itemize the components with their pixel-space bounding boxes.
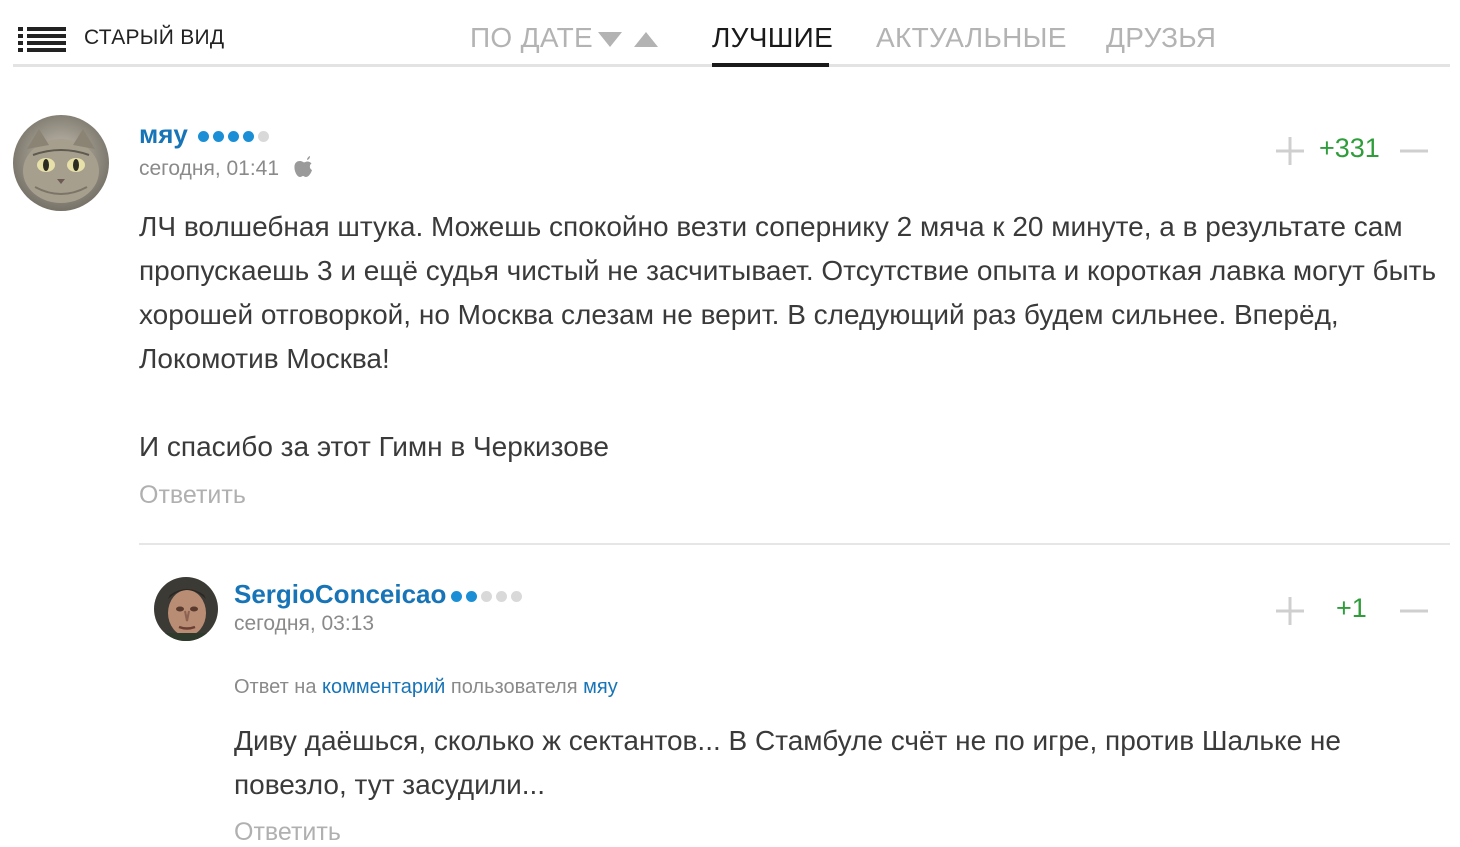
- vote-controls: +331: [1274, 133, 1434, 175]
- user-rating-dots: [198, 129, 273, 143]
- sort-direction-toggle[interactable]: [598, 30, 660, 50]
- user-rating-dots: [451, 589, 526, 603]
- tab-by-date[interactable]: ПО ДАТЕ: [470, 22, 593, 54]
- comment-author[interactable]: мяу: [139, 119, 188, 150]
- list-menu-icon[interactable]: [18, 26, 68, 52]
- old-view-link[interactable]: СТАРЫЙ ВИД: [84, 26, 224, 50]
- reply-button[interactable]: Ответить: [234, 818, 341, 847]
- active-tab-indicator: [712, 63, 829, 67]
- vote-controls: +1: [1274, 593, 1434, 635]
- comment-body: ЛЧ волшебная штука. Можешь спокойно везт…: [139, 205, 1454, 469]
- comment-score: +331: [1319, 133, 1380, 163]
- upvote-button[interactable]: [1274, 595, 1306, 627]
- reply-button[interactable]: Ответить: [139, 481, 246, 510]
- parent-comment-link[interactable]: комментарий: [322, 676, 445, 698]
- comment-time: сегодня, 03:13: [234, 612, 375, 635]
- comments-sort-bar: СТАРЫЙ ВИД ПО ДАТЕ ЛУЧШИЕ АКТУАЛЬНЫЕ ДРУ…: [0, 0, 1460, 70]
- tab-friends[interactable]: ДРУЗЬЯ: [1106, 22, 1216, 54]
- comment-paragraph: И спасибо за этот Гимн в Черкизове: [139, 431, 609, 462]
- comment-time: сегодня, 01:41: [139, 157, 280, 180]
- parent-author-link[interactable]: мяу: [583, 676, 618, 698]
- comment-score: +1: [1336, 593, 1367, 623]
- comment-paragraph: ЛЧ волшебная штука. Можешь спокойно везт…: [139, 211, 1437, 374]
- comment-author[interactable]: SergioConceicao: [234, 579, 446, 610]
- triangle-up-icon: [634, 32, 658, 47]
- avatar[interactable]: [154, 577, 218, 641]
- tab-actual[interactable]: АКТУАЛЬНЫЕ: [876, 22, 1067, 54]
- reply-to-prefix: Ответ на: [234, 676, 317, 698]
- downvote-button[interactable]: [1398, 135, 1430, 167]
- triangle-down-icon: [598, 32, 622, 47]
- upvote-button[interactable]: [1274, 135, 1306, 167]
- avatar[interactable]: [13, 115, 109, 211]
- comment-body: Диву даёшься, сколько ж сектантов... В С…: [234, 719, 1434, 807]
- tab-best[interactable]: ЛУЧШИЕ: [712, 22, 833, 54]
- comment-paragraph: Диву даёшься, сколько ж сектантов... В С…: [234, 725, 1341, 800]
- downvote-button[interactable]: [1398, 595, 1430, 627]
- reply-to-middle: пользователя: [450, 676, 578, 698]
- comment-divider: [139, 543, 1450, 545]
- reply-to-line: Ответ на комментарий пользователя мяу: [234, 676, 618, 699]
- apple-icon: [294, 156, 312, 177]
